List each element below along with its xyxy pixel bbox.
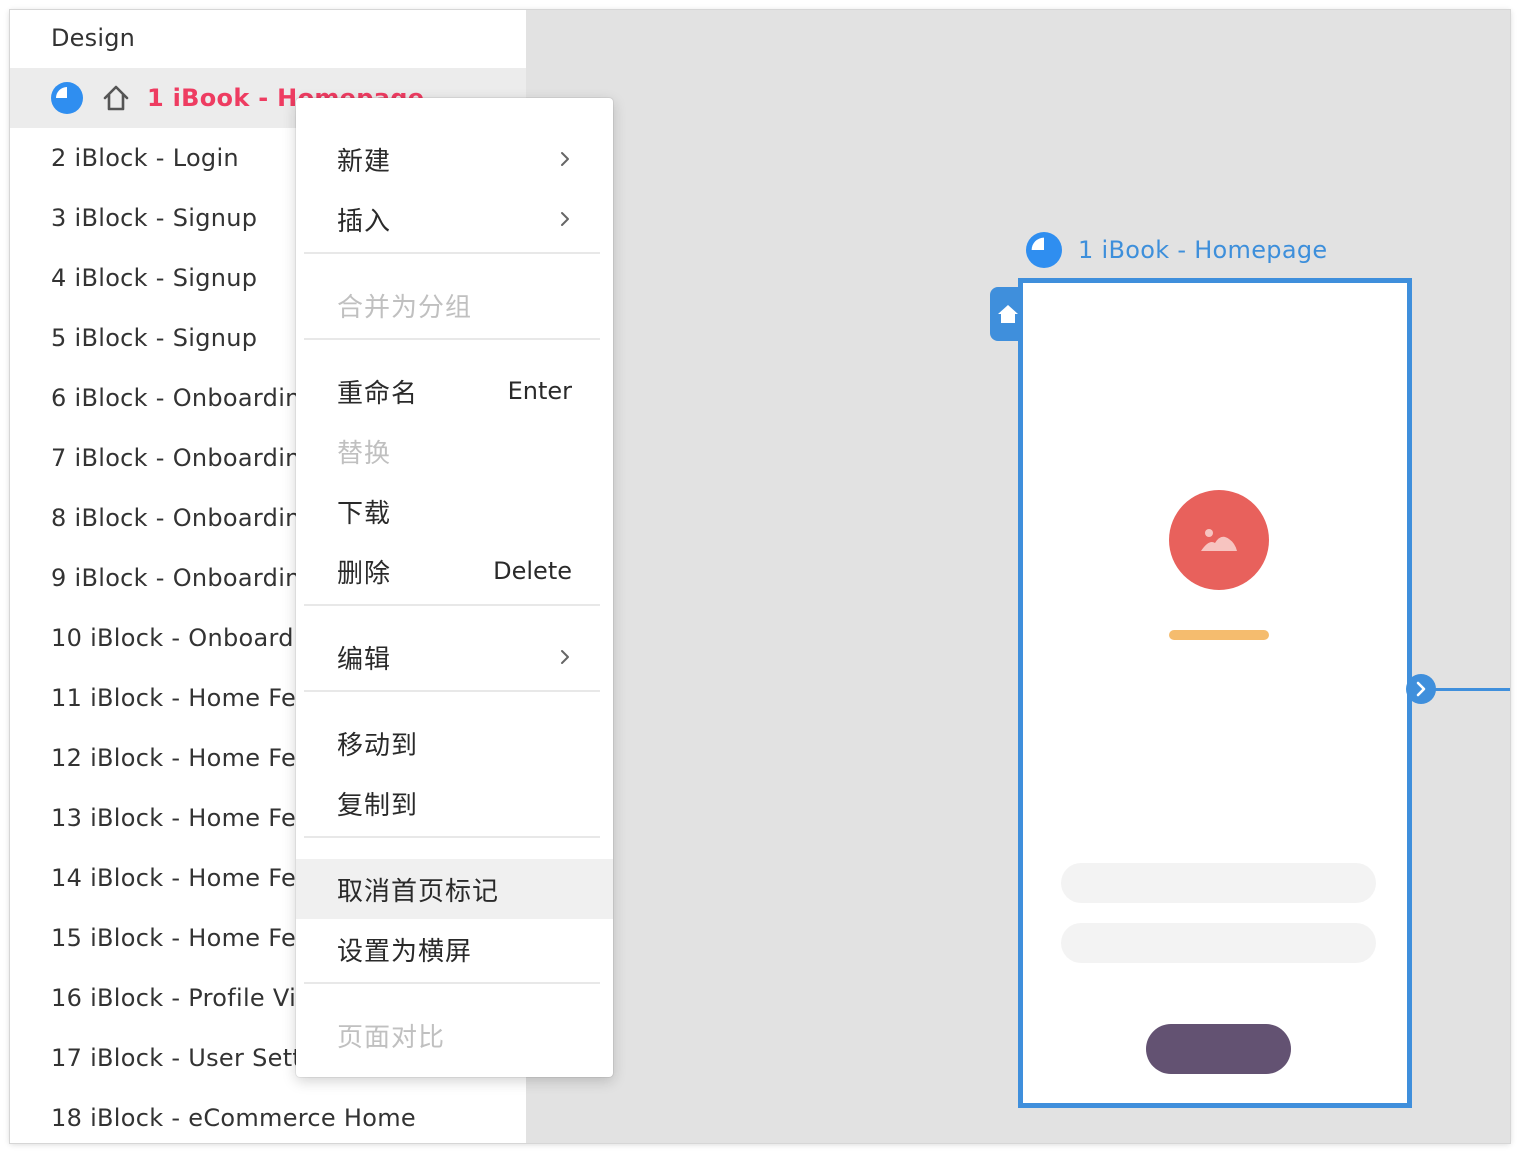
- context-menu: 新建 插入 合并为分组 重命名 Enter 替换 下载 删除 Delete 编辑: [296, 98, 613, 1077]
- artboard-frame[interactable]: [1018, 278, 1412, 1108]
- page-item-label: 4 iBlock - Signup: [51, 264, 258, 292]
- menu-separator: [304, 690, 600, 692]
- menu-item-compare-pages[interactable]: 页面对比: [296, 1005, 613, 1065]
- page-item-label: 13 iBlock - Home Feed: [51, 804, 327, 832]
- menu-item-download[interactable]: 下载: [296, 481, 613, 541]
- menu-item-label: 替换: [337, 438, 392, 469]
- artboard-title[interactable]: 1 iBook - Homepage: [1026, 232, 1327, 268]
- menu-item-shortcut: Delete: [493, 557, 572, 585]
- menu-separator: [304, 604, 600, 606]
- menu-item-label: 新建: [337, 146, 392, 177]
- menu-item-delete[interactable]: 删除 Delete: [296, 541, 613, 601]
- menu-item-unset-homepage[interactable]: 取消首页标记: [296, 859, 613, 919]
- chevron-right-icon: [561, 212, 569, 226]
- page-item-label: 10 iBlock - Onboarding: [51, 624, 332, 652]
- page-item-label: 12 iBlock - Home Feed: [51, 744, 327, 772]
- menu-item-label: 下载: [337, 498, 392, 529]
- pie-progress-icon: [51, 82, 83, 114]
- menu-item-group[interactable]: 合并为分组: [296, 275, 613, 335]
- menu-item-label: 编辑: [337, 644, 392, 675]
- menu-item-label: 插入: [337, 206, 392, 237]
- chevron-right-icon: [561, 152, 569, 166]
- menu-separator: [304, 338, 600, 340]
- page-item-label: 2 iBlock - Login: [51, 144, 239, 172]
- menu-item-label: 重命名: [337, 378, 419, 409]
- menu-item-label: 页面对比: [337, 1022, 446, 1053]
- home-icon[interactable]: [101, 83, 131, 113]
- menu-separator: [304, 836, 600, 838]
- page-item-label: 6 iBlock - Onboarding: [51, 384, 317, 412]
- page-item-label: 7 iBlock - Onboarding: [51, 444, 317, 472]
- menu-item-set-landscape[interactable]: 设置为横屏: [296, 919, 613, 979]
- menu-item-label: 删除: [337, 558, 392, 589]
- page-item-label: 15 iBlock - Home Feed: [51, 924, 327, 952]
- input-placeholder-2: [1061, 923, 1376, 963]
- menu-item-label: 取消首页标记: [337, 876, 500, 907]
- menu-item-replace[interactable]: 替换: [296, 421, 613, 481]
- menu-item-new[interactable]: 新建: [296, 129, 613, 189]
- page-item-18[interactable]: 18 iBlock - eCommerce Home: [10, 1088, 526, 1143]
- page-item-label: 18 iBlock - eCommerce Home: [51, 1104, 416, 1132]
- app-window: Design 1 iBook - Homepage 2 iBlock - Log…: [10, 10, 1510, 1143]
- sidebar-title: Design: [51, 24, 136, 52]
- menu-item-edit[interactable]: 编辑: [296, 627, 613, 687]
- page-item-label: 5 iBlock - Signup: [51, 324, 258, 352]
- pie-progress-icon: [1026, 232, 1062, 268]
- chevron-right-icon: [1416, 681, 1426, 697]
- menu-item-label: 合并为分组: [337, 292, 473, 323]
- page-item-label: 3 iBlock - Signup: [51, 204, 258, 232]
- menu-item-label: 设置为横屏: [337, 936, 473, 967]
- input-placeholder-1: [1061, 863, 1376, 903]
- link-handle[interactable]: [1406, 674, 1436, 704]
- home-icon: [998, 305, 1018, 323]
- menu-item-insert[interactable]: 插入: [296, 189, 613, 249]
- page-item-label: 9 iBlock - Onboarding: [51, 564, 317, 592]
- menu-separator: [304, 252, 600, 254]
- page-item-label: 8 iBlock - Onboarding: [51, 504, 317, 532]
- image-placeholder: [1169, 490, 1269, 590]
- menu-separator: [304, 982, 600, 984]
- artboard-title-label: 1 iBook - Homepage: [1078, 236, 1328, 264]
- image-icon: [1201, 529, 1237, 551]
- button-placeholder: [1146, 1024, 1291, 1074]
- menu-item-label: 移动到: [337, 730, 419, 761]
- chevron-right-icon: [561, 650, 569, 664]
- menu-item-move-to[interactable]: 移动到: [296, 713, 613, 773]
- page-item-label: 16 iBlock - Profile View: [51, 984, 332, 1012]
- menu-item-label: 复制到: [337, 790, 419, 821]
- menu-item-rename[interactable]: 重命名 Enter: [296, 361, 613, 421]
- page-item-label: 14 iBlock - Home Feed: [51, 864, 327, 892]
- page-item-label: 11 iBlock - Home Feed: [51, 684, 327, 712]
- menu-item-copy-to[interactable]: 复制到: [296, 773, 613, 833]
- menu-item-shortcut: Enter: [507, 377, 572, 405]
- title-placeholder-bar: [1169, 630, 1269, 640]
